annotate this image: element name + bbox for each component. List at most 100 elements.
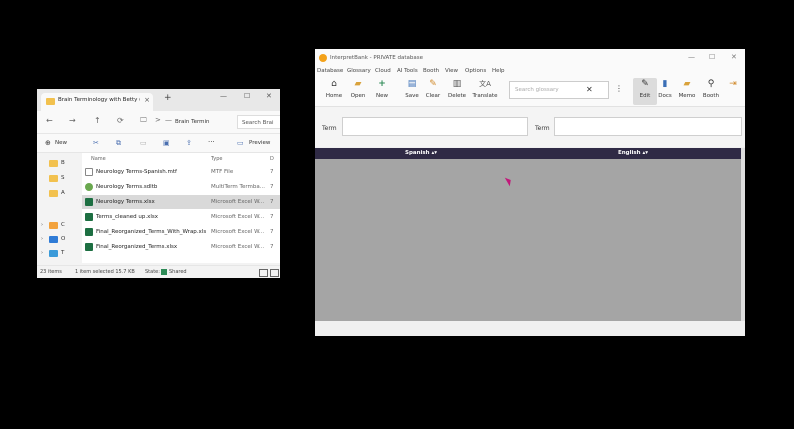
column-header-english[interactable]: English ▴▾ xyxy=(618,150,648,156)
tab-title: Brain Terminology with Betty ( xyxy=(58,97,140,103)
menu-bar: Database Glossary Cloud AI Tools Booth V… xyxy=(315,67,745,77)
explorer-tab[interactable]: Brain Terminology with Betty ( × xyxy=(41,93,153,111)
state-label: State: xyxy=(145,269,160,275)
glossary-column-header: Spanish ▴▾ English ▴▾ xyxy=(315,148,741,159)
glossary-grid[interactable] xyxy=(315,159,741,321)
term-input-row: Term Term xyxy=(315,107,745,147)
term-input-english[interactable] xyxy=(554,117,742,136)
file-row[interactable]: Terms_cleaned up.xlsx Microsoft Excel W.… xyxy=(82,210,280,224)
menu-options[interactable]: Options xyxy=(465,68,486,74)
column-header-type[interactable]: Type xyxy=(211,156,222,162)
nav-item-drive[interactable]: › T xyxy=(41,250,71,258)
paste-icon[interactable]: ▭ xyxy=(140,139,147,147)
menu-help[interactable]: Help xyxy=(492,68,505,74)
file-row[interactable]: Neurology Terms-Spanish.mtf MTF File 7 xyxy=(82,165,280,179)
exit-button[interactable]: ⇥ xyxy=(719,79,745,105)
column-header-spanish[interactable]: Spanish ▴▾ xyxy=(405,150,437,156)
delete-button[interactable]: ▥ Delete xyxy=(443,79,471,105)
folder-icon xyxy=(49,175,58,182)
copy-icon[interactable]: ⧉ xyxy=(116,139,121,148)
nav-item-this-pc[interactable]: › C xyxy=(41,222,71,230)
monitor-icon[interactable]: 🖵 xyxy=(140,116,147,125)
vertical-scrollbar[interactable] xyxy=(741,148,745,321)
clear-search-icon[interactable]: ✕ xyxy=(586,85,593,94)
nav-item-onedrive[interactable]: › O xyxy=(41,236,71,244)
navigation-pane: B S A › C › O › T xyxy=(37,153,82,263)
dash-icon: — xyxy=(165,116,172,124)
tiles-view-icon[interactable] xyxy=(270,269,279,277)
excel-icon xyxy=(85,243,93,251)
folder-icon xyxy=(46,98,55,105)
nav-item[interactable]: S xyxy=(49,175,79,183)
menu-glossary[interactable]: Glossary xyxy=(347,68,371,74)
more-options-icon[interactable]: ⋮ xyxy=(615,84,623,93)
file-row[interactable]: Final_Reorganized_Terms_With_Wrap.xlsx M… xyxy=(82,225,280,239)
interpretbank-window: InterpretBank - PRIVATE database — ☐ ✕ D… xyxy=(315,49,745,336)
term-label-right: Term xyxy=(535,125,550,132)
close-button[interactable]: ✕ xyxy=(266,92,272,100)
rename-icon[interactable]: ▣ xyxy=(163,139,170,147)
ib-title-bar: InterpretBank - PRIVATE database — ☐ ✕ xyxy=(315,49,745,67)
excel-icon xyxy=(85,228,93,236)
cloud-icon xyxy=(49,236,58,243)
more-button[interactable]: ··· xyxy=(208,138,215,146)
pc-icon xyxy=(49,222,58,229)
column-header-date[interactable]: D xyxy=(270,156,274,162)
preview-icon[interactable]: ▭ xyxy=(237,139,244,147)
explorer-tab-bar: Brain Terminology with Betty ( × + — ☐ ✕ xyxy=(37,89,280,111)
ib-footer xyxy=(315,321,745,336)
menu-view[interactable]: View xyxy=(445,68,458,74)
address-bar[interactable]: Brain Termin xyxy=(175,115,233,129)
menu-database[interactable]: Database xyxy=(317,68,343,74)
translate-icon: 文A xyxy=(479,80,491,88)
close-button[interactable]: ✕ xyxy=(731,53,737,61)
refresh-icon[interactable]: ⟳ xyxy=(117,116,124,125)
file-row[interactable]: Neurology Terms.sdltb MultiTerm Termba..… xyxy=(82,180,280,194)
plus-icon: + xyxy=(378,79,386,89)
menu-ai-tools[interactable]: AI Tools xyxy=(397,68,418,74)
preview-button[interactable]: Preview xyxy=(249,140,270,146)
item-count: 23 items xyxy=(40,269,62,275)
share-icon[interactable]: ⇪ xyxy=(186,139,192,147)
nav-item[interactable]: A xyxy=(49,190,79,198)
interpretbank-logo-icon xyxy=(319,54,327,62)
new-tab-button[interactable]: + xyxy=(164,93,172,103)
nav-item[interactable]: B xyxy=(49,160,79,168)
tab-close-icon[interactable]: × xyxy=(144,96,150,104)
shared-label: Shared xyxy=(169,269,187,275)
file-row-selected[interactable]: Neurology Terms.xlsx Microsoft Excel W..… xyxy=(82,195,280,209)
minimize-button[interactable]: — xyxy=(220,92,227,100)
excel-icon xyxy=(85,213,93,221)
ib-toolbar: ⌂ Home ▰ Open + New ▤ Save ✎ Clear ▥ Delete 文A… xyxy=(315,77,745,107)
minimize-button[interactable]: — xyxy=(688,53,695,61)
up-icon[interactable]: ↑ xyxy=(94,116,101,125)
file-row[interactable]: Final_Reorganized_Terms.xlsx Microsoft E… xyxy=(82,240,280,254)
folder-icon xyxy=(49,160,58,167)
menu-booth[interactable]: Booth xyxy=(423,68,439,74)
new-icon[interactable]: ⊕ xyxy=(45,139,51,147)
new-button[interactable]: New xyxy=(55,140,67,146)
column-header-name[interactable]: Name xyxy=(91,156,106,162)
translate-button[interactable]: 文A Translate xyxy=(471,79,499,105)
trash-icon: ▥ xyxy=(452,79,462,89)
termbase-icon xyxy=(85,183,93,191)
term-input-spanish[interactable] xyxy=(342,117,528,136)
maximize-button[interactable]: ☐ xyxy=(709,53,715,61)
maximize-button[interactable]: ☐ xyxy=(244,92,250,100)
glossary-search-input[interactable]: Search glossary ✕ xyxy=(509,81,609,99)
chevron-right-icon[interactable]: > xyxy=(155,116,161,124)
menu-cloud[interactable]: Cloud xyxy=(375,68,391,74)
status-bar: 23 items 1 item selected 15.7 KB State: … xyxy=(37,265,280,278)
search-input[interactable]: Search Brai xyxy=(237,115,280,129)
folder-icon xyxy=(49,190,58,197)
drive-icon xyxy=(49,250,58,257)
back-icon[interactable]: ← xyxy=(46,116,53,125)
excel-icon xyxy=(85,198,93,206)
details-view-icon[interactable] xyxy=(259,269,268,277)
forward-icon[interactable]: → xyxy=(69,116,76,125)
file-list: Name Type D Neurology Terms-Spanish.mtf … xyxy=(82,153,280,263)
cut-icon[interactable]: ✂ xyxy=(93,139,99,147)
selection-info: 1 item selected 15.7 KB xyxy=(75,269,135,275)
explorer-nav-bar: ← → ↑ ⟳ 🖵 > — Brain Termin Search Brai xyxy=(37,111,280,133)
new-button[interactable]: + New xyxy=(368,79,396,105)
